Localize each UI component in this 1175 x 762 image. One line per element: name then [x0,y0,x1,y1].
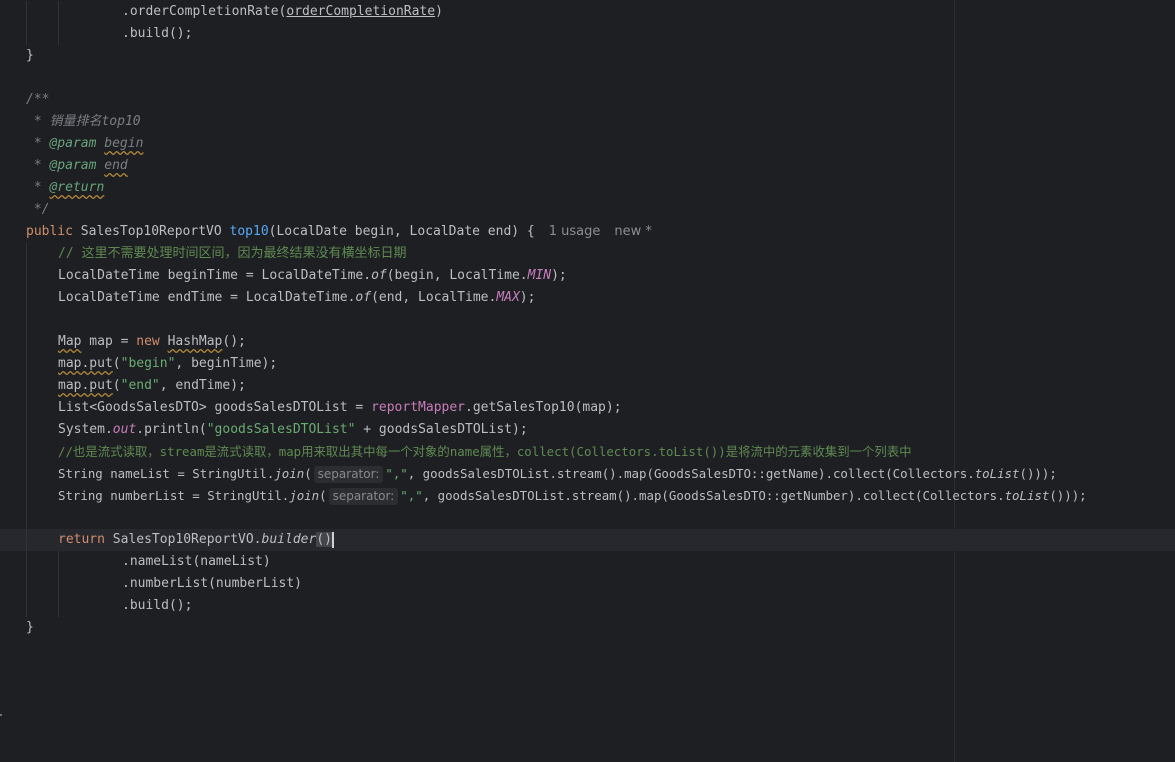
usage-hint[interactable]: 1 usage [549,224,601,239]
code-line[interactable]: * 销量排名top10 [0,111,1175,133]
code-line[interactable] [0,507,1175,529]
code-line[interactable]: // 这里不需要处理时间区间，因为最终结果没有横坐标日期 [0,243,1175,265]
code-line[interactable]: } [0,617,1175,639]
code-line[interactable]: .orderCompletionRate(orderCompletionRate… [0,1,1175,23]
code-line[interactable] [0,309,1175,331]
code-line[interactable]: String nameList = StringUtil.join(separa… [0,463,1175,485]
code-line[interactable]: public SalesTop10ReportVO top10(LocalDat… [0,221,1175,243]
parameter-hint: separator: [328,488,399,505]
code-line-current[interactable]: return SalesTop10ReportVO.builder() [0,529,1175,551]
code-line[interactable]: * @param end [0,155,1175,177]
code-line[interactable]: .build(); [0,23,1175,45]
code-line[interactable]: */ [0,199,1175,221]
code-editor[interactable]: .orderCompletionRate(orderCompletionRate… [0,0,1175,762]
code-line[interactable]: map.put("end", endTime); [0,375,1175,397]
code-line[interactable]: .build(); [0,595,1175,617]
code-line[interactable]: LocalDateTime endTime = LocalDateTime.of… [0,287,1175,309]
code-line[interactable]: } [0,45,1175,67]
code-line[interactable]: List<GoodsSalesDTO> goodsSalesDTOList = … [0,397,1175,419]
edge-marker [0,714,2,716]
code-line[interactable]: System.out.println("goodsSalesDTOList" +… [0,419,1175,441]
code-line[interactable]: LocalDateTime beginTime = LocalDateTime.… [0,265,1175,287]
author-hint[interactable]: new * [614,224,652,239]
code-line[interactable]: Map map = new HashMap(); [0,331,1175,353]
code-line[interactable]: String numberList = StringUtil.join(sepa… [0,485,1175,507]
text-caret [331,531,334,548]
code-line[interactable]: .nameList(nameList) [0,551,1175,573]
parameter-hint: separator: [313,466,384,483]
code-line[interactable]: * @return [0,177,1175,199]
code-line[interactable]: /** [0,89,1175,111]
code-line[interactable]: * @param begin [0,133,1175,155]
code-line[interactable]: .numberList(numberList) [0,573,1175,595]
code-line[interactable]: //也是流式读取，stream是流式读取，map用来取出其中每一个对象的name… [0,441,1175,463]
code-line[interactable]: map.put("begin", beginTime); [0,353,1175,375]
